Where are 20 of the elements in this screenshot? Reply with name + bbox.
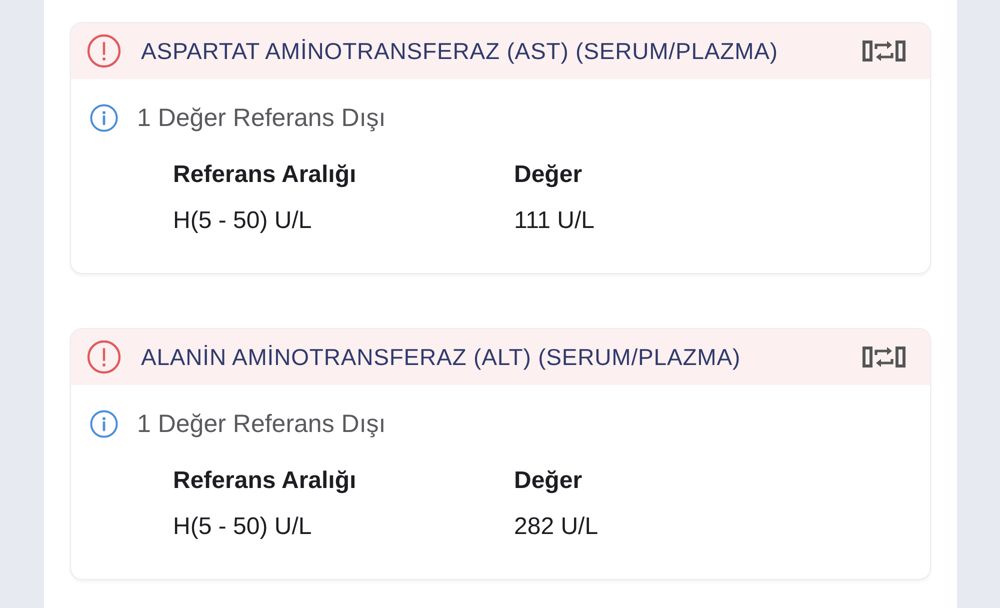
column-value: H(5 - 50) U/L	[173, 206, 312, 236]
swap-button[interactable]	[862, 39, 906, 63]
out-of-range-notice: 1 Değer Referans Dışı	[137, 410, 386, 438]
column-label: Referans Aralığı	[173, 466, 356, 496]
swap-button[interactable]	[862, 345, 906, 369]
column-value: 282 U/L	[514, 512, 598, 542]
alert-icon	[87, 340, 121, 374]
test-title: ALANİN AMİNOTRANSFERAZ (ALT) (SERUM/PLAZMA)	[141, 344, 742, 370]
column-value: 111 U/L	[514, 206, 594, 236]
swap-arrows-icon	[862, 39, 906, 63]
info-icon	[90, 410, 118, 438]
out-of-range-notice: 1 Değer Referans Dışı	[137, 104, 386, 132]
info-icon	[90, 104, 118, 132]
alert-icon	[87, 34, 121, 68]
column-label: Değer	[514, 466, 582, 496]
swap-arrows-icon	[862, 345, 906, 369]
test-title: ASPARTAT AMİNOTRANSFERAZ (AST) (SERUM/PLAZMA)	[141, 38, 779, 64]
column-label: Değer	[514, 160, 582, 190]
column-label: Referans Aralığı	[173, 160, 356, 190]
column-value: H(5 - 50) U/L	[173, 512, 312, 542]
